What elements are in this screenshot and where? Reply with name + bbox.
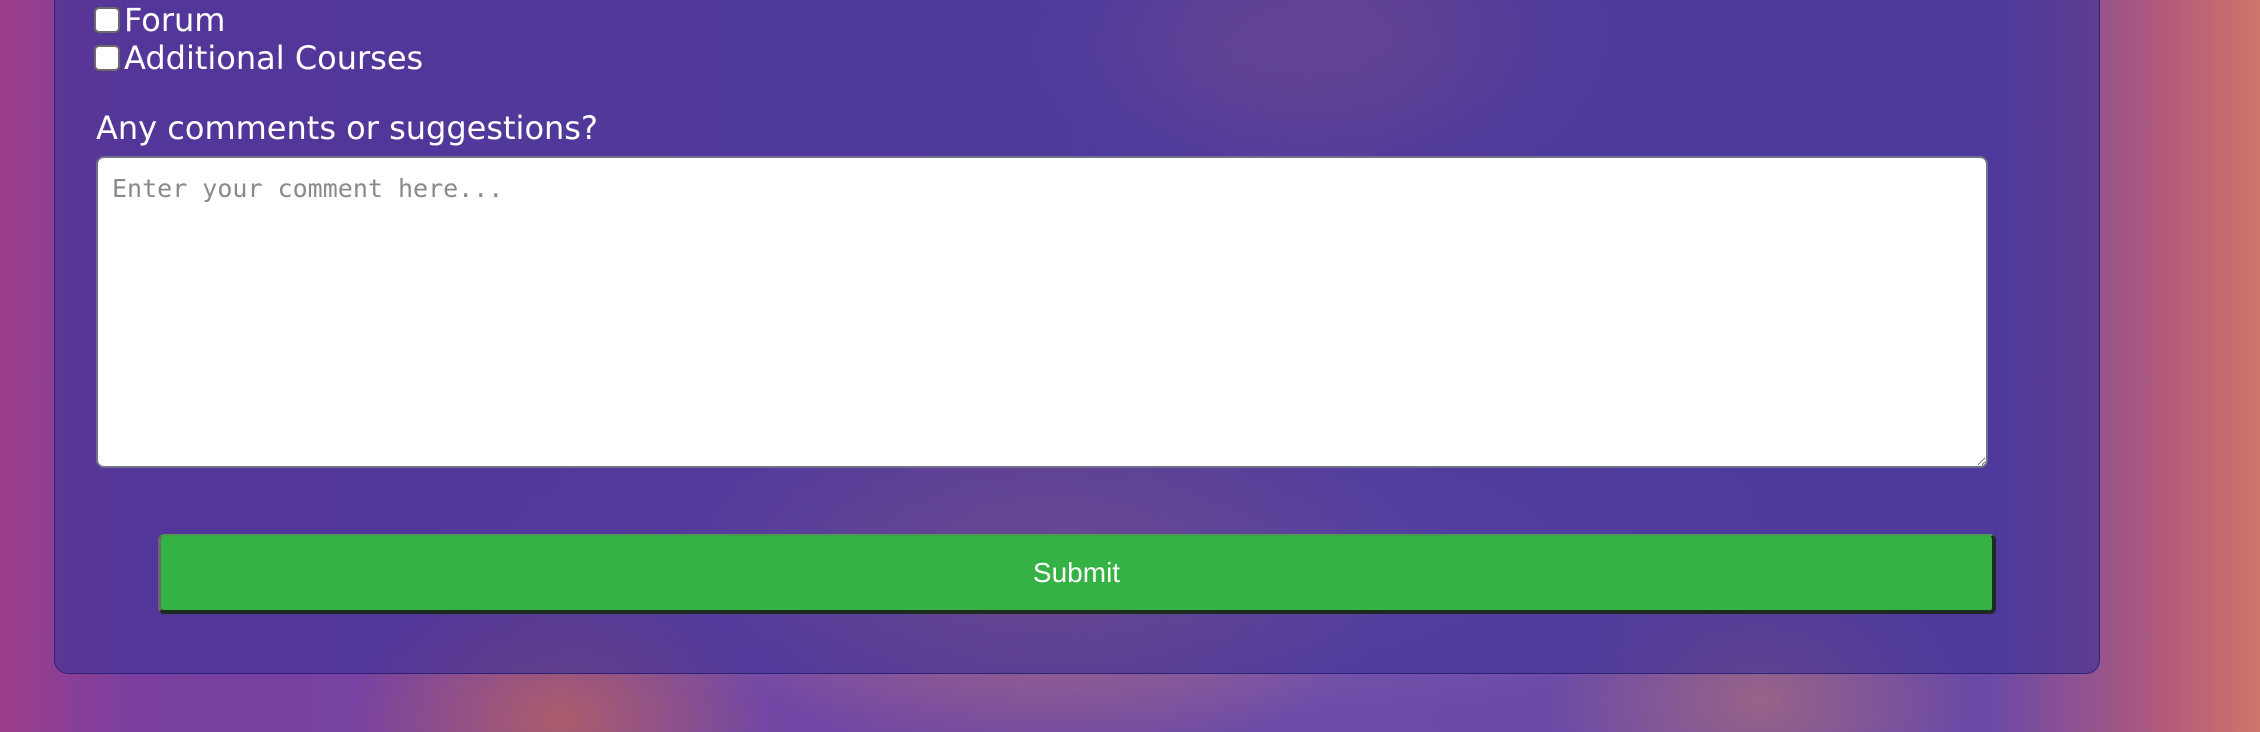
additional-courses-checkbox[interactable] (94, 45, 120, 71)
forum-label[interactable]: Forum (124, 2, 225, 38)
comment-textarea[interactable] (96, 156, 1988, 468)
forum-checkbox[interactable] (94, 7, 120, 33)
submit-button[interactable]: Submit (158, 534, 1996, 614)
additional-courses-label[interactable]: Additional Courses (124, 40, 423, 76)
comments-label: Any comments or suggestions? (96, 109, 598, 147)
forum-option[interactable]: Forum (94, 2, 225, 38)
additional-courses-option[interactable]: Additional Courses (94, 40, 423, 76)
